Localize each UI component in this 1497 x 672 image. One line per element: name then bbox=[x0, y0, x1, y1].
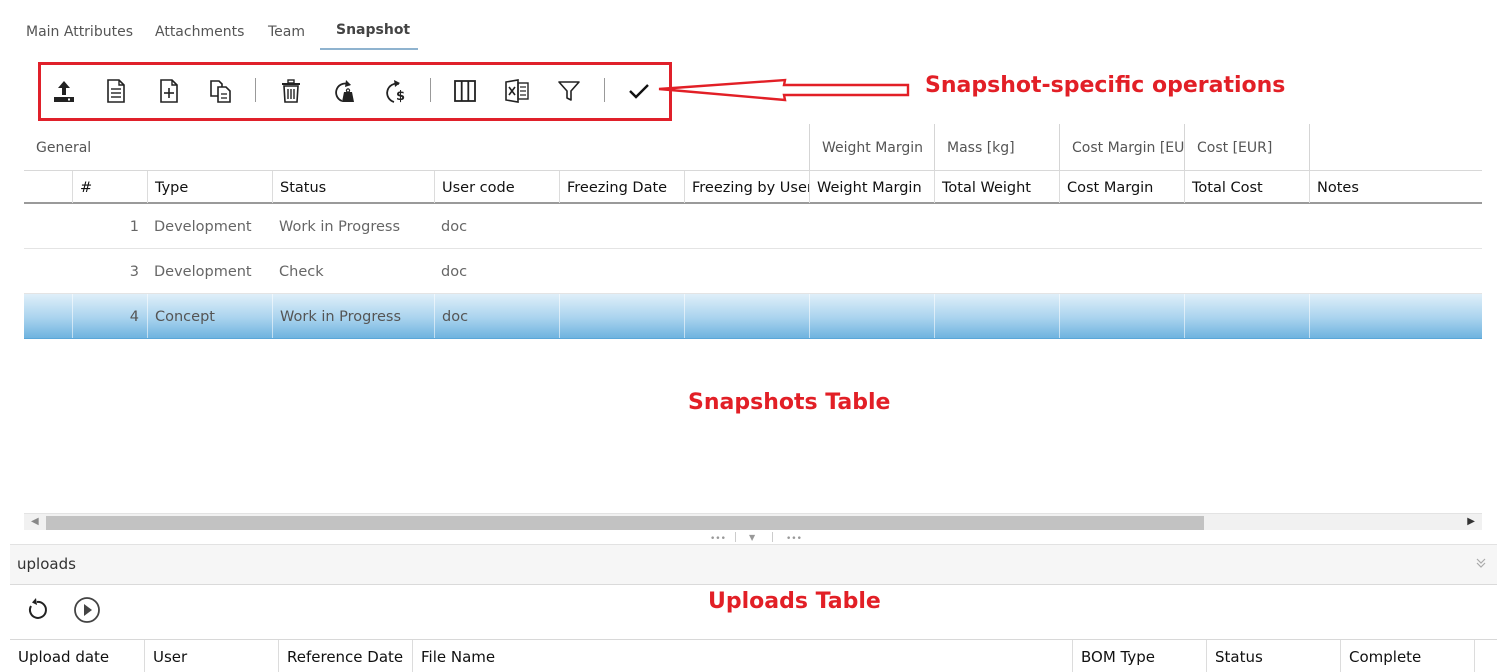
cell-status: Work in Progress bbox=[272, 294, 434, 338]
cell-user-code: doc bbox=[441, 219, 468, 235]
app-root: Main Attributes Attachments Team Snapsho… bbox=[0, 0, 1497, 672]
cell-freezing-date bbox=[559, 294, 684, 338]
column-header-reference-date[interactable]: Reference Date bbox=[278, 640, 412, 672]
toolbar-separator bbox=[430, 78, 431, 102]
column-header-freezing-by-user[interactable]: Freezing by User bbox=[684, 171, 809, 203]
play-icon[interactable] bbox=[73, 596, 101, 624]
cell-cost-margin bbox=[1059, 294, 1184, 338]
column-header-user-code[interactable]: User code bbox=[434, 171, 559, 203]
scrollbar-thumb[interactable] bbox=[46, 516, 1204, 530]
tab-snapshot[interactable]: Snapshot bbox=[336, 22, 410, 38]
filter-icon[interactable] bbox=[554, 75, 584, 107]
splitter-grip-icon[interactable]: ••• bbox=[710, 534, 726, 544]
column-header-total-cost[interactable]: Total Cost bbox=[1184, 171, 1309, 203]
splitter-divider bbox=[772, 532, 773, 542]
column-header-status[interactable]: Status bbox=[272, 171, 434, 203]
recalculate-cost-icon[interactable]: $ bbox=[380, 75, 410, 107]
scroll-left-icon[interactable]: ◀ bbox=[31, 516, 39, 527]
uploads-panel-title: uploads bbox=[17, 555, 76, 573]
cell-type: Development bbox=[154, 219, 252, 235]
column-header-notes[interactable]: Notes bbox=[1309, 171, 1482, 203]
group-mass: Mass [kg] bbox=[934, 124, 1059, 170]
active-tab-indicator bbox=[320, 48, 418, 50]
collapse-chevron-icon[interactable] bbox=[1475, 557, 1487, 572]
column-header-type[interactable]: Type bbox=[147, 171, 272, 203]
table-row-selected[interactable]: 4 Concept Work in Progress doc bbox=[24, 294, 1482, 339]
cell-type: Development bbox=[154, 264, 252, 280]
excel-export-icon[interactable] bbox=[502, 75, 532, 107]
cell-weight-margin bbox=[809, 294, 934, 338]
cell-status: Work in Progress bbox=[279, 219, 401, 235]
tab-attachments[interactable]: Attachments bbox=[155, 24, 244, 40]
splitter-divider bbox=[735, 532, 736, 542]
column-header-freezing-date[interactable]: Freezing Date bbox=[559, 171, 684, 203]
columns-icon[interactable] bbox=[450, 75, 480, 107]
cell-user-code: doc bbox=[434, 294, 559, 338]
column-header-total-weight[interactable]: Total Weight bbox=[934, 171, 1059, 203]
uploads-table-annotation: Uploads Table bbox=[708, 589, 881, 614]
column-header-status[interactable]: Status bbox=[1206, 640, 1340, 672]
cell-freezing-by-user bbox=[684, 294, 809, 338]
splitter-grip-icon[interactable]: ••• bbox=[786, 534, 802, 544]
column-header-weight-margin[interactable]: Weight Margin bbox=[809, 171, 934, 203]
column-header-upload-date[interactable]: Upload date bbox=[10, 640, 144, 672]
column-header-user[interactable]: User bbox=[144, 640, 278, 672]
snapshot-ops-annotation: Snapshot-specific operations bbox=[925, 73, 1286, 98]
column-header-number[interactable]: # bbox=[72, 171, 147, 203]
refresh-icon[interactable] bbox=[23, 596, 51, 624]
recalculate-weight-icon[interactable] bbox=[328, 75, 358, 107]
cell-type: Concept bbox=[147, 294, 272, 338]
column-header-filler bbox=[1474, 640, 1497, 672]
upload-icon[interactable] bbox=[49, 75, 79, 107]
cell-selector bbox=[24, 294, 72, 338]
cell-number: 3 bbox=[129, 264, 139, 280]
uploads-panel-header: uploads bbox=[10, 544, 1497, 585]
tab-main-attributes[interactable]: Main Attributes bbox=[26, 24, 133, 40]
cell-total-cost bbox=[1184, 294, 1309, 338]
cell-notes bbox=[1309, 294, 1482, 338]
delete-icon[interactable] bbox=[276, 75, 306, 107]
column-header-cost-margin[interactable]: Cost Margin bbox=[1059, 171, 1184, 203]
scroll-right-icon[interactable]: ▶ bbox=[1467, 516, 1475, 527]
add-document-icon[interactable] bbox=[154, 75, 184, 107]
svg-text:$: $ bbox=[396, 89, 405, 104]
uploads-table-header: Upload date User Reference Date File Nam… bbox=[10, 639, 1497, 672]
tab-team[interactable]: Team bbox=[268, 24, 305, 40]
check-icon[interactable] bbox=[624, 75, 654, 107]
group-cost-margin: Cost Margin [EUR] bbox=[1059, 124, 1184, 170]
group-weight-margin: Weight Margin bbox=[809, 124, 934, 170]
table-row[interactable]: 3 Development Check doc bbox=[24, 249, 1482, 294]
toolbar-separator bbox=[255, 78, 256, 102]
annotation-arrow bbox=[658, 78, 910, 102]
document-icon[interactable] bbox=[101, 75, 131, 107]
group-empty bbox=[1309, 124, 1482, 170]
panel-splitter[interactable]: ••• ▼ ••• bbox=[0, 532, 1497, 544]
cell-status: Check bbox=[279, 264, 324, 280]
copy-documents-icon[interactable] bbox=[206, 75, 236, 107]
group-general: General bbox=[36, 140, 92, 156]
cell-user-code: doc bbox=[441, 264, 468, 280]
snapshots-table-annotation: Snapshots Table bbox=[688, 390, 891, 415]
cell-number: 1 bbox=[129, 219, 139, 235]
splitter-collapse-icon[interactable]: ▼ bbox=[749, 533, 755, 542]
cell-total-weight bbox=[934, 294, 1059, 338]
column-header-selector bbox=[24, 171, 72, 203]
group-cost: Cost [EUR] bbox=[1184, 124, 1309, 170]
toolbar-separator bbox=[604, 78, 605, 102]
column-header-complete[interactable]: Complete bbox=[1340, 640, 1474, 672]
snapshot-table-group-header: General Weight Margin Mass [kg] Cost Mar… bbox=[24, 124, 1482, 170]
cell-number: 4 bbox=[72, 294, 147, 338]
column-header-bom-type[interactable]: BOM Type bbox=[1072, 640, 1206, 672]
table-row[interactable]: 1 Development Work in Progress doc bbox=[24, 204, 1482, 249]
horizontal-scrollbar[interactable]: ◀ ▶ bbox=[24, 513, 1482, 530]
column-header-file-name[interactable]: File Name bbox=[412, 640, 1072, 672]
snapshot-table-header: # Type Status User code Freezing Date Fr… bbox=[24, 170, 1482, 204]
